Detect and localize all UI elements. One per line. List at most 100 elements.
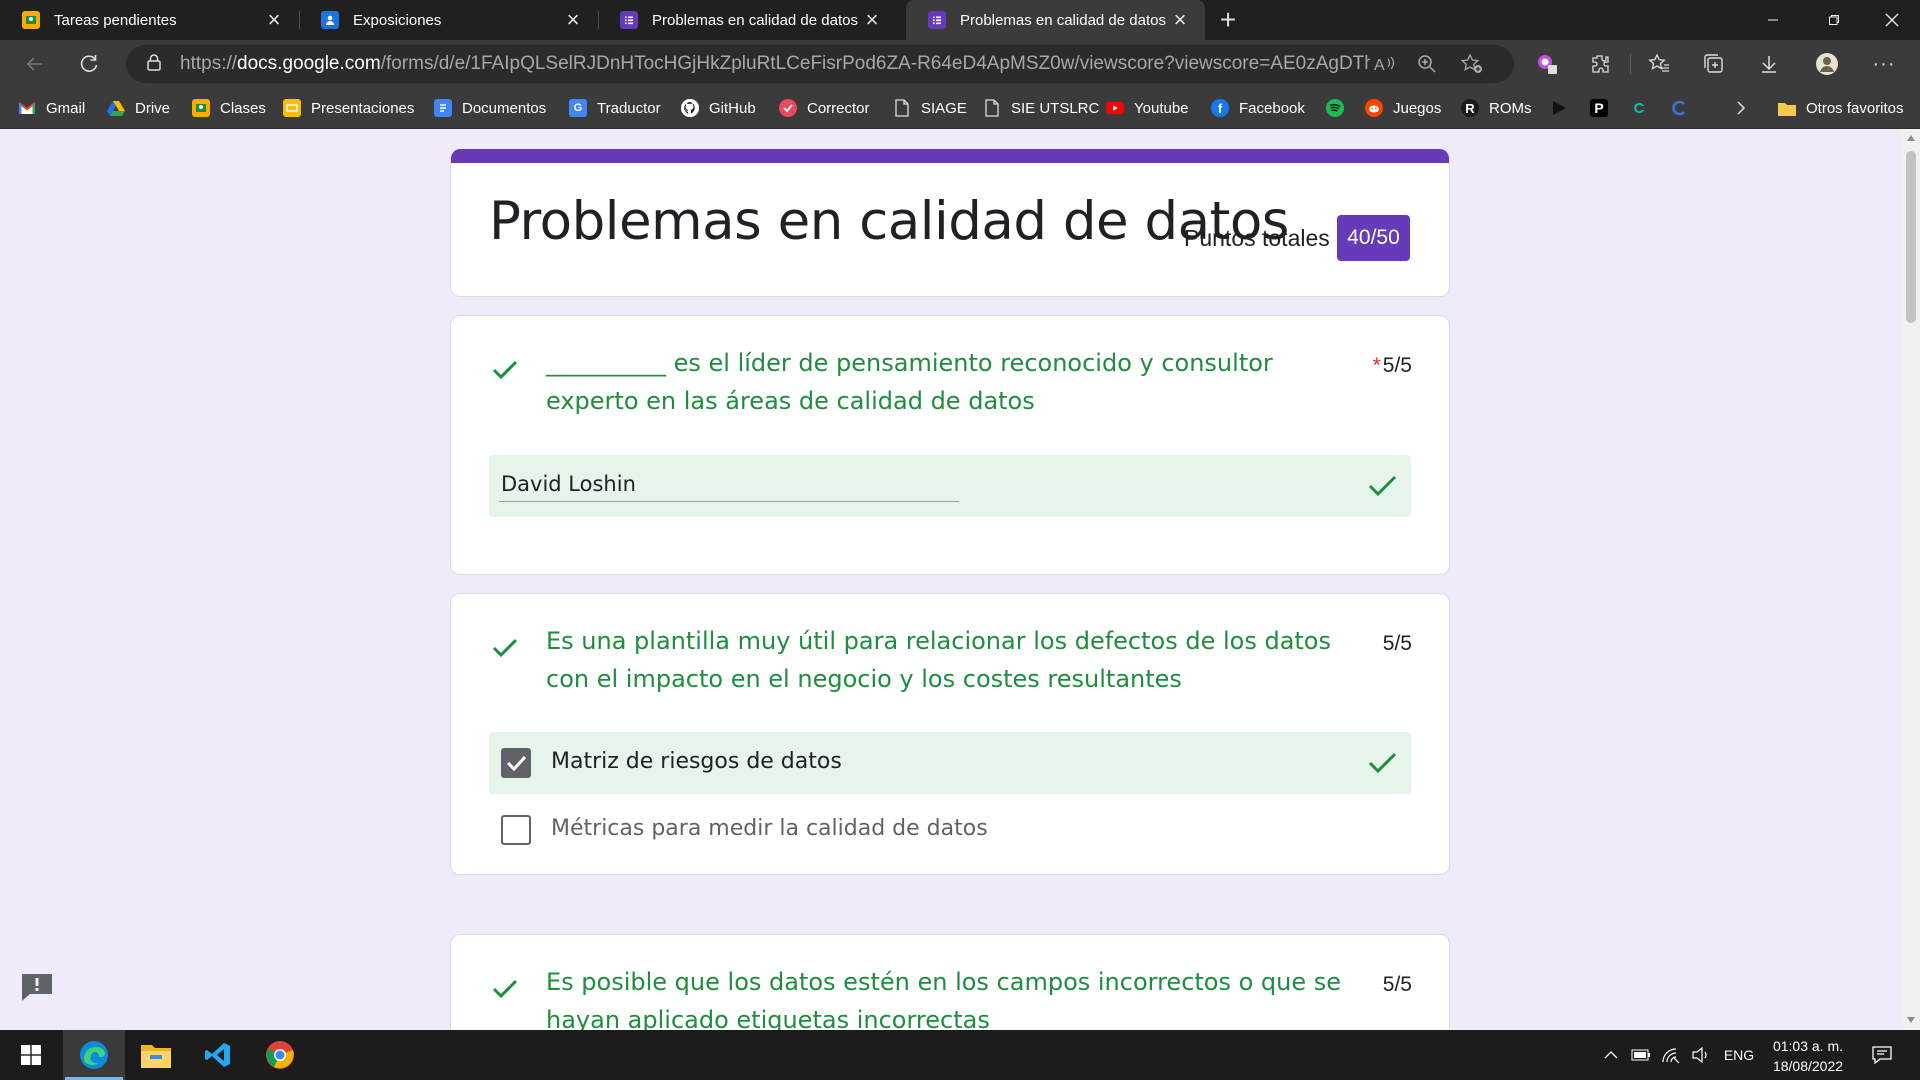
checkbox-check-icon (506, 755, 527, 772)
tab-tareas-pendientes[interactable]: Tareas pendientes × (0, 0, 300, 40)
checkbox-unchecked[interactable] (501, 815, 531, 845)
tab-title: Problemas en calidad de datos (652, 11, 858, 29)
bookmark-youtube[interactable]: Youtube (1106, 88, 1189, 128)
reddit-icon (1365, 99, 1383, 117)
option-row-selected[interactable]: Matriz de riesgos de datos (489, 732, 1411, 794)
option-label[interactable]: Métricas para medir la calidad de datos (551, 816, 988, 841)
tab-exposiciones[interactable]: Exposiciones × (299, 0, 599, 40)
form-accent-bar (451, 149, 1449, 163)
bookmark-siage[interactable]: SIAGE (893, 88, 967, 128)
bookmark-documentos[interactable]: Documentos (434, 88, 546, 128)
zoom-icon[interactable] (1416, 53, 1438, 80)
bookmarks-overflow-chevron-icon[interactable] (1735, 88, 1747, 128)
taskbar-vscode-icon[interactable] (187, 1030, 249, 1080)
battery-icon[interactable] (1628, 1030, 1654, 1080)
taskbar-edge-icon[interactable] (63, 1030, 125, 1080)
bookmark-c-blue[interactable] (1670, 88, 1698, 128)
bookmark-gmail[interactable]: Gmail (18, 88, 85, 128)
scroll-down-icon[interactable] (1907, 1017, 1915, 1023)
page-icon (893, 99, 911, 117)
bookmark-play[interactable] (1550, 88, 1578, 128)
question-text: Es una plantilla muy útil para relaciona… (546, 627, 1331, 693)
bookmark-traductor[interactable]: G Traductor (569, 88, 661, 128)
refresh-icon[interactable] (73, 48, 105, 80)
drive-icon (107, 99, 125, 117)
correct-check-icon (492, 979, 518, 999)
bookmark-spotify[interactable] (1326, 88, 1354, 128)
bookmark-juegos[interactable]: Juegos (1365, 88, 1441, 128)
correct-check-icon (492, 638, 518, 658)
roms-r-icon: R (1461, 99, 1479, 117)
tab-strip: Tareas pendientes × Exposiciones × Probl… (0, 0, 1920, 40)
github-icon (681, 99, 699, 117)
start-windows-icon[interactable] (0, 1030, 62, 1080)
docs-icon (434, 99, 452, 117)
question-card: Es una plantilla muy útil para relaciona… (450, 593, 1450, 875)
new-tab-button[interactable]: + (1212, 4, 1244, 36)
downloads-icon[interactable] (1753, 48, 1785, 80)
total-score-label: Puntos totales (1184, 225, 1330, 251)
clock-time: 01:03 a. m. (1772, 1038, 1844, 1054)
play-icon (1550, 99, 1568, 117)
bookmark-clases[interactable]: Clases (192, 88, 266, 128)
scroll-up-icon[interactable] (1907, 135, 1915, 141)
read-aloud-icon[interactable]: A (1373, 53, 1395, 80)
option-label: Matriz de riesgos de datos (551, 749, 842, 774)
close-tab-icon[interactable]: × (263, 9, 285, 31)
volume-icon[interactable] (1688, 1030, 1714, 1080)
bookmark-c-teal[interactable]: C (1630, 88, 1658, 128)
close-tab-icon[interactable]: × (1169, 9, 1191, 31)
clock[interactable]: 01:03 a. m. 18/08/2022 (1758, 1036, 1858, 1076)
address-bar[interactable]: https://docs.google.com/forms/d/e/1FAIpQ… (126, 45, 1514, 83)
report-feedback-icon[interactable] (20, 972, 54, 1002)
facebook-icon: f (1211, 99, 1229, 117)
tab-title: Problemas en calidad de datos (960, 11, 1166, 29)
bookmark-otros-favoritos[interactable]: Otros favoritos (1778, 88, 1904, 128)
classroom-icon (22, 11, 40, 29)
close-tab-icon[interactable]: × (861, 9, 883, 31)
bookmark-facebook[interactable]: f Facebook (1211, 88, 1305, 128)
browser-toolbar: https://docs.google.com/forms/d/e/1FAIpQ… (0, 40, 1920, 88)
bookmark-p[interactable]: P (1590, 88, 1618, 128)
c-letter-icon: C (1633, 99, 1645, 117)
correct-check-icon (492, 360, 518, 380)
network-icon[interactable] (1658, 1030, 1684, 1080)
page-scrollbar[interactable] (1902, 129, 1920, 1030)
close-tab-icon[interactable]: × (562, 9, 584, 31)
favorites-icon[interactable] (1643, 48, 1675, 80)
extension-colorful-icon[interactable] (1531, 48, 1563, 80)
question-points: 5/5 (1382, 973, 1412, 996)
more-options-icon[interactable]: ··· (1868, 48, 1900, 80)
question-points: *5/5 (1372, 354, 1412, 377)
scrollbar-thumb[interactable] (1906, 151, 1916, 323)
minimize-button[interactable] (1745, 0, 1801, 40)
lock-icon[interactable] (146, 53, 162, 76)
profile-avatar[interactable] (1811, 48, 1843, 80)
bookmark-presentaciones[interactable]: Presentaciones (283, 88, 414, 128)
question-card: __________ es el líder de pensamiento re… (450, 315, 1450, 575)
bookmark-github[interactable]: GitHub (681, 88, 756, 128)
taskbar-chrome-icon[interactable] (249, 1030, 311, 1080)
tab-problemas-calidad-2[interactable]: Problemas en calidad de datos × (906, 0, 1205, 40)
tab-problemas-calidad-1[interactable]: Problemas en calidad de datos × (598, 0, 897, 40)
bookmark-corrector[interactable]: Corrector (779, 88, 870, 128)
language-indicator[interactable]: ENG (1720, 1030, 1758, 1080)
restore-button[interactable] (1806, 0, 1862, 40)
bookmark-sie-utslrc[interactable]: SIE UTSLRC (983, 88, 1099, 128)
translate-icon: G (569, 99, 587, 117)
spotify-icon (1326, 99, 1344, 117)
c-arc-icon (1670, 99, 1688, 117)
collections-icon[interactable] (1698, 48, 1730, 80)
checkbox-checked[interactable] (501, 748, 531, 778)
bookmark-drive[interactable]: Drive (107, 88, 170, 128)
classroom-icon (192, 99, 210, 117)
taskbar-file-explorer-icon[interactable] (125, 1030, 187, 1080)
bookmark-roms[interactable]: R ROMs (1461, 88, 1532, 128)
back-icon[interactable] (19, 48, 51, 80)
url-text[interactable]: https://docs.google.com/forms/d/e/1FAIpQ… (180, 53, 1370, 75)
tray-show-hidden-chevron-icon[interactable] (1598, 1030, 1624, 1080)
extensions-icon[interactable] (1584, 48, 1616, 80)
add-favorite-icon[interactable] (1460, 53, 1484, 80)
notifications-icon[interactable] (1864, 1030, 1900, 1080)
close-window-button[interactable] (1864, 0, 1920, 40)
